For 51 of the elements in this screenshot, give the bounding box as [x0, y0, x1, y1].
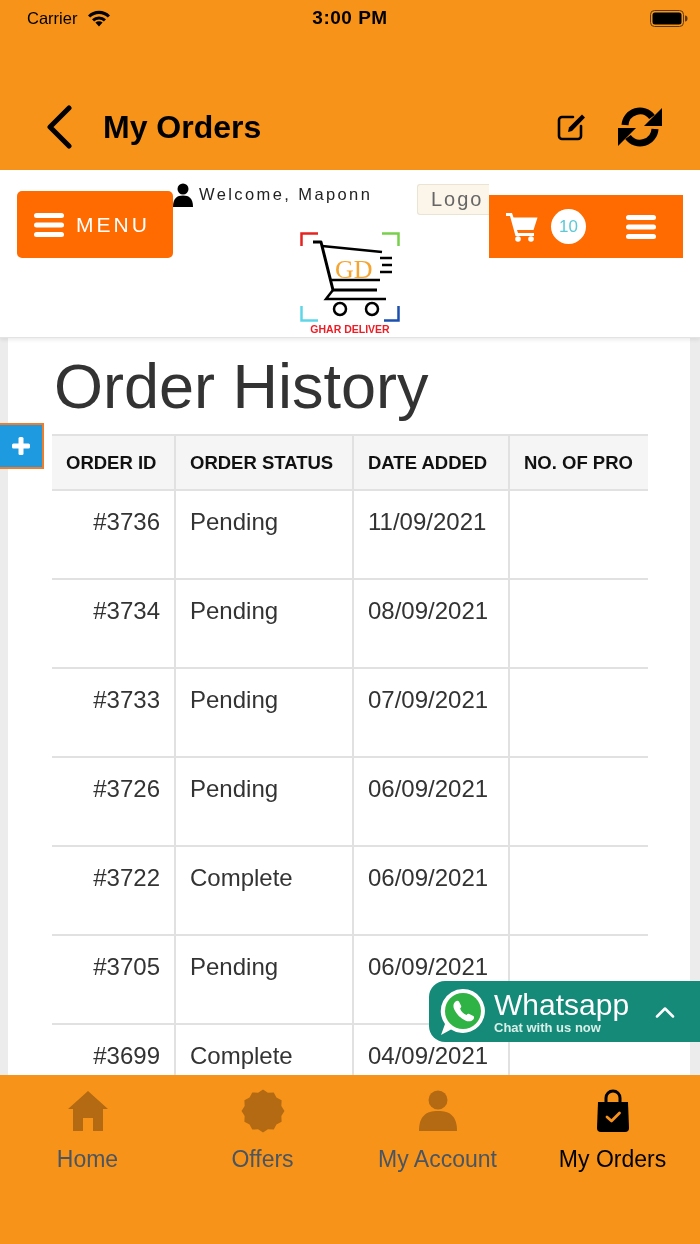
table-cell: 08/09/2021	[354, 580, 510, 669]
table-cell: #3705	[52, 936, 176, 1025]
column-header: ORDER ID	[52, 434, 176, 491]
whatsapp-chat-button[interactable]: Whatsapp Chat with us now	[429, 981, 700, 1042]
table-cell: Pending	[176, 491, 354, 580]
table-cell: #3722	[52, 847, 176, 936]
back-icon[interactable]	[45, 105, 73, 149]
cart-logo-icon	[300, 232, 400, 322]
cart-count-badge: 10	[551, 209, 586, 244]
column-header: DATE ADDED	[354, 434, 510, 491]
table-cell: Pending	[176, 758, 354, 847]
wifi-icon	[87, 9, 112, 27]
table-cell: 06/09/2021	[354, 758, 510, 847]
logout-button[interactable]: Logo	[417, 184, 489, 215]
menu-button[interactable]: MENU	[17, 191, 173, 258]
table-cell: #3734	[52, 580, 176, 669]
table-cell: Complete	[176, 847, 354, 936]
column-header: NO. OF PRO	[510, 434, 648, 491]
user-icon	[173, 183, 193, 207]
refresh-icon[interactable]	[617, 105, 663, 149]
table-cell: 07/09/2021	[354, 669, 510, 758]
column-header: ORDER STATUS	[176, 434, 354, 491]
tab-item[interactable]: My Account	[350, 1075, 525, 1175]
page-title: Order History	[53, 350, 430, 422]
table-cell: Pending	[176, 936, 354, 1025]
carrier-label: Carrier	[27, 8, 78, 28]
logo-monogram: GD	[335, 255, 373, 284]
whatsapp-icon	[439, 986, 487, 1037]
tab-item[interactable]: Offers	[175, 1075, 350, 1175]
tab-item[interactable]: My Orders	[525, 1075, 700, 1175]
welcome-text: Welcome, Maponn	[199, 185, 373, 204]
chevron-up-icon	[655, 1005, 675, 1018]
table-cell: Pending	[176, 669, 354, 758]
table-cell: #3733	[52, 669, 176, 758]
nav-title: My Orders	[103, 108, 263, 146]
battery-icon	[650, 9, 688, 27]
logo-caption: GHAR DELIVER	[310, 323, 390, 336]
menu-icon[interactable]	[626, 214, 656, 239]
plus-icon	[12, 437, 30, 455]
edit-icon[interactable]	[557, 112, 587, 142]
cart-icon[interactable]	[506, 211, 538, 242]
table-cell: #3726	[52, 758, 176, 847]
table-cell: Pending	[176, 580, 354, 669]
status-time: 3:00 PM	[312, 7, 388, 29]
menu-icon	[34, 212, 64, 237]
table-cell: 11/09/2021	[354, 491, 510, 580]
expand-button[interactable]	[0, 423, 44, 469]
table-cell: #3736	[52, 491, 176, 580]
badge-icon	[240, 1089, 285, 1133]
tab-item[interactable]: Home	[0, 1075, 175, 1175]
table-cell: 06/09/2021	[354, 847, 510, 936]
